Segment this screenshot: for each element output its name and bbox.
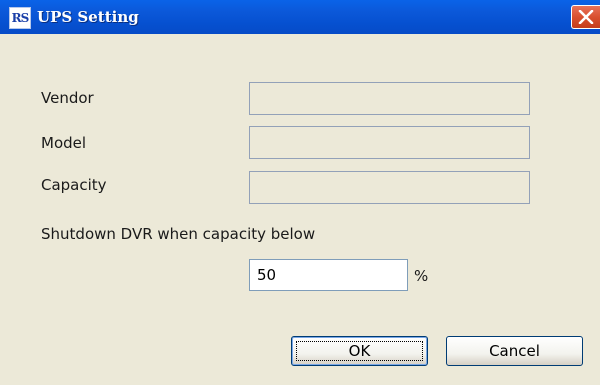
shutdown-label: Shutdown DVR when capacity below (41, 225, 316, 243)
percent-unit: % (414, 267, 429, 285)
cancel-button[interactable]: Cancel (446, 336, 583, 366)
ups-setting-dialog: RS UPS Setting Vendor Model Capacity Shu… (0, 0, 600, 385)
shutdown-capacity-input[interactable] (249, 259, 408, 291)
cancel-button-label: Cancel (489, 342, 540, 360)
close-icon (578, 10, 594, 24)
ok-button[interactable]: OK (291, 336, 428, 366)
vendor-label: Vendor (41, 89, 94, 107)
vendor-field (249, 82, 530, 115)
title-bar[interactable]: RS UPS Setting (0, 0, 600, 34)
model-label: Model (41, 134, 87, 152)
window-title: UPS Setting (37, 8, 139, 26)
model-field (249, 126, 530, 159)
capacity-field (249, 171, 530, 204)
app-icon: RS (9, 7, 31, 29)
focus-ring (296, 341, 423, 361)
capacity-label: Capacity (41, 176, 107, 194)
dialog-body: Vendor Model Capacity Shutdown DVR when … (0, 34, 600, 385)
close-button[interactable] (571, 5, 600, 29)
